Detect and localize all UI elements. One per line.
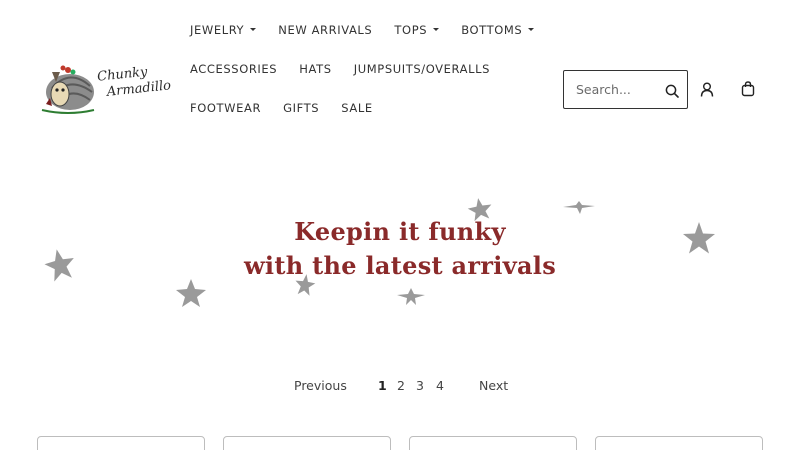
user-icon[interactable] xyxy=(700,82,714,101)
star-icon xyxy=(176,279,206,307)
brand-name: Chunky Armadillo xyxy=(97,62,172,101)
product-card[interactable] xyxy=(595,436,763,450)
site-header: Chunky Armadillo JEWELRY NEW ARRIVALS TO… xyxy=(0,0,800,180)
nav-item-footwear[interactable]: FOOTWEAR xyxy=(190,101,261,115)
pagination-next[interactable]: Next xyxy=(479,378,508,393)
pagination: Previous 1 2 3 4 Next xyxy=(0,378,800,398)
hero-headline-line2: with the latest arrivals xyxy=(243,251,557,280)
nav-item-label: BOTTOMS xyxy=(461,23,523,37)
caret-down-icon xyxy=(433,28,440,31)
nav-item-bottoms[interactable]: BOTTOMS xyxy=(461,23,535,37)
nav-item-label: JEWELRY xyxy=(190,23,245,37)
nav-row-1: JEWELRY NEW ARRIVALS TOPS BOTTOMS xyxy=(190,19,551,38)
search-input[interactable] xyxy=(564,71,659,108)
star-icon xyxy=(563,201,595,214)
caret-down-icon xyxy=(528,28,535,31)
caret-down-icon xyxy=(250,28,257,31)
pagination-page-2[interactable]: 2 xyxy=(397,378,405,393)
nav-item-gifts[interactable]: GIFTS xyxy=(283,101,319,115)
pagination-previous[interactable]: Previous xyxy=(294,378,347,393)
product-card[interactable] xyxy=(37,436,205,450)
hero-headline-line1: Keepin it funky xyxy=(294,217,506,246)
armadillo-logo-icon xyxy=(41,65,95,114)
nav-item-jumpsuits-overalls[interactable]: JUMPSUITS/OVERALLS xyxy=(354,62,490,76)
nav-row-2: ACCESSORIES HATS JUMPSUITS/OVERALLS xyxy=(190,58,507,77)
nav-item-jewelry[interactable]: JEWELRY xyxy=(190,23,257,37)
nav-item-sale[interactable]: SALE xyxy=(341,101,372,115)
pagination-page-3[interactable]: 3 xyxy=(416,378,424,393)
nav-item-hats[interactable]: HATS xyxy=(299,62,331,76)
pagination-page-4[interactable]: 4 xyxy=(436,378,444,393)
nav-item-label: TOPS xyxy=(394,23,428,37)
nav-row-3: FOOTWEAR GIFTS SALE xyxy=(190,97,390,116)
nav-item-tops[interactable]: TOPS xyxy=(394,23,440,37)
nav-item-new-arrivals[interactable]: NEW ARRIVALS xyxy=(278,23,372,37)
brand-logo[interactable]: Chunky Armadillo xyxy=(38,58,172,120)
nav-item-accessories[interactable]: ACCESSORIES xyxy=(190,62,277,76)
hero-banner: Keepin it funky with the latest arrivals xyxy=(0,180,800,330)
product-card[interactable] xyxy=(409,436,577,450)
nav-item-label: NEW ARRIVALS xyxy=(278,23,373,37)
shopping-bag-icon[interactable] xyxy=(741,81,755,101)
search-box xyxy=(563,70,688,109)
search-icon[interactable] xyxy=(665,83,679,102)
pagination-page-1[interactable]: 1 xyxy=(378,378,387,393)
star-icon xyxy=(397,288,425,305)
product-card[interactable] xyxy=(223,436,391,450)
